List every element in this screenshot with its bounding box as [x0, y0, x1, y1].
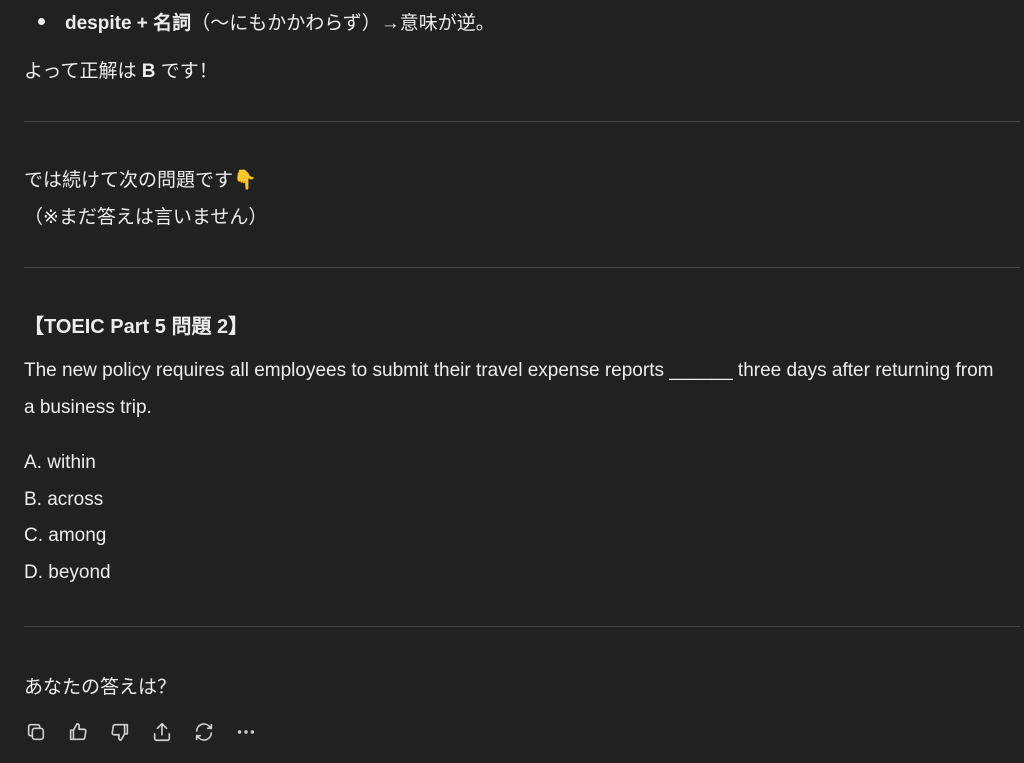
thumbs-up-icon	[69, 722, 87, 741]
note-line: （※まだ答えは言いません）	[24, 207, 268, 228]
more-icon	[237, 730, 255, 734]
regenerate-button[interactable]	[192, 720, 216, 744]
copy-icon	[27, 723, 45, 741]
answer-line: よって正解は B です！	[24, 56, 218, 83]
option-c: C. among	[24, 525, 107, 546]
answer-suffix: です！	[155, 61, 218, 82]
bullet-dot	[38, 18, 45, 25]
continue-line: では続けて次の問題です👇	[24, 170, 257, 191]
more-button[interactable]	[234, 720, 258, 744]
thumbs-up-button[interactable]	[66, 720, 90, 744]
option-b: B. across	[24, 489, 104, 510]
bullet-explanation: （〜にもかかわらず）→意味が逆。	[191, 13, 495, 34]
divider	[24, 626, 1020, 627]
option-d: D. beyond	[24, 562, 111, 583]
copy-button[interactable]	[24, 720, 48, 744]
thumbs-down-button[interactable]	[108, 720, 132, 744]
thumbs-down-icon	[111, 723, 129, 742]
divider	[24, 267, 1020, 268]
share-button[interactable]	[150, 720, 174, 744]
message-toolbar	[24, 720, 258, 744]
regenerate-icon	[195, 723, 213, 741]
bullet-item: despite + 名詞 （〜にもかかわらず）→意味が逆。	[38, 8, 495, 35]
answer-prefix: よって正解は	[24, 61, 142, 82]
answer-letter: B	[141, 61, 156, 82]
divider	[24, 121, 1020, 122]
option-a: A. within	[24, 452, 96, 473]
share-icon	[153, 722, 171, 742]
question-text: The new policy requires all employees to…	[24, 360, 994, 418]
bullet-term: despite + 名詞	[65, 13, 192, 34]
answer-prompt: あなたの答えは？	[24, 677, 177, 698]
question-title: 【TOEIC Part 5 問題 2】	[24, 316, 249, 338]
